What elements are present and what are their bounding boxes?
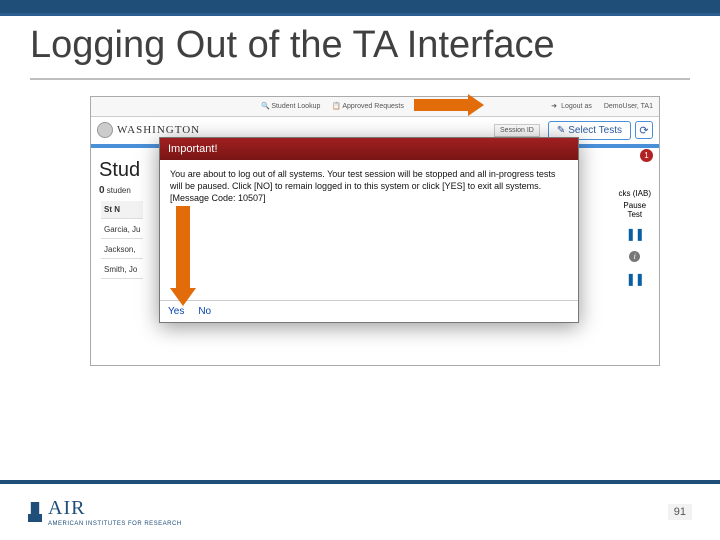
col-pause: Pause Test [619, 201, 651, 219]
session-id-box: Session ID [494, 124, 540, 137]
approved-requests-label: Approved Requests [342, 103, 403, 110]
table-row: Smith, Jo [101, 261, 143, 279]
table-header-row: St N [101, 201, 143, 219]
col-iab: cks (IAB) [619, 189, 651, 198]
refresh-icon: ⟳ [639, 124, 648, 137]
table-row: Garcia, Ju [101, 221, 143, 239]
title-area: Logging Out of the TA Interface [0, 16, 720, 76]
student-count: 0 studen [99, 185, 131, 196]
slide-title: Logging Out of the TA Interface [30, 24, 690, 68]
brand-text: WASHINGTON [117, 124, 200, 136]
logout-confirm-dialog: Important! You are about to log out of a… [159, 137, 579, 323]
air-column-icon [28, 502, 42, 522]
state-seal-icon [97, 122, 113, 138]
dialog-buttons: Yes No [160, 300, 578, 322]
callout-arrow-logout [414, 94, 484, 116]
logout-link[interactable]: ➜Logout as [551, 102, 592, 110]
notification-badge[interactable]: 1 [640, 149, 653, 162]
cell-name: Garcia, Ju [101, 221, 143, 239]
page-number: 91 [668, 504, 692, 520]
dialog-body: You are about to log out of all systems.… [160, 160, 578, 300]
count-number: 0 [99, 185, 105, 196]
info-icon[interactable]: i [629, 251, 640, 262]
slide-footer: AIR AMERICAN INSTITUTES FOR RESEARCH 91 [0, 480, 720, 540]
clipboard-icon: 📋 [332, 102, 340, 110]
content-area: 🔍Student Lookup 📋Approved Requests 🖨Prin… [90, 96, 660, 366]
pause-icon[interactable]: ❚❚ [619, 227, 651, 241]
yes-button[interactable]: Yes [168, 306, 184, 317]
refresh-button[interactable]: ⟳ [635, 121, 653, 139]
dialog-title: Important! [168, 143, 218, 155]
count-label: studen [107, 186, 131, 195]
approved-requests-link[interactable]: 📋Approved Requests [332, 102, 403, 110]
pencil-icon: ✎ [557, 125, 565, 136]
logout-icon: ➜ [551, 102, 559, 110]
col-name: St N [101, 201, 143, 219]
table-row: Jackson, [101, 241, 143, 259]
cell-name: Jackson, [101, 241, 143, 259]
students-heading: Stud [99, 159, 140, 182]
no-button[interactable]: No [198, 306, 211, 317]
cell-name: Smith, Jo [101, 261, 143, 279]
logout-label: Logout as [561, 103, 592, 110]
student-lookup-link[interactable]: 🔍Student Lookup [261, 102, 320, 110]
air-logo: AIR AMERICAN INSTITUTES FOR RESEARCH [28, 497, 182, 527]
top-menu-bar: 🔍Student Lookup 📋Approved Requests 🖨Prin… [91, 97, 659, 117]
right-columns: cks (IAB) Pause Test ❚❚ i ❚❚ [619, 189, 651, 286]
air-logo-subtitle: AMERICAN INSTITUTES FOR RESEARCH [48, 521, 182, 527]
badge-count: 1 [640, 149, 653, 162]
current-user: DemoUser, TA1 [604, 103, 653, 110]
pause-icon[interactable]: ❚❚ [619, 272, 651, 286]
select-tests-label: Select Tests [568, 125, 622, 136]
student-lookup-label: Student Lookup [271, 103, 320, 110]
search-icon: 🔍 [261, 102, 269, 110]
dialog-titlebar: Important! [160, 138, 578, 160]
students-table: St N Garcia, Ju Jackson, Smith, Jo [99, 199, 145, 281]
title-underline [30, 78, 690, 80]
callout-arrow-yes [170, 206, 196, 306]
air-logo-text: AIR [48, 497, 182, 520]
slide-top-accent [0, 0, 720, 16]
